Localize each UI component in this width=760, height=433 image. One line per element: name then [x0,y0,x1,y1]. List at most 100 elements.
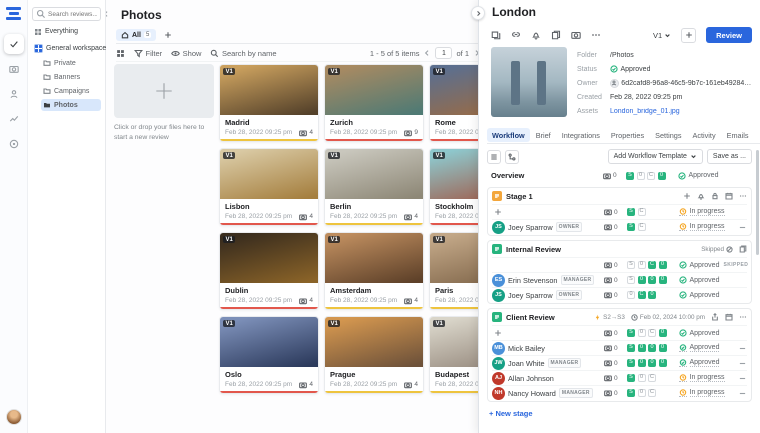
sidebar-folder-private[interactable]: Private [41,57,101,69]
view-grid-icon[interactable] [116,49,125,58]
add-reviewer-button[interactable] [492,328,503,339]
link-icon[interactable] [511,30,521,40]
review-card-madrid[interactable]: V1MadridFeb 28, 2022 09:25 pm4 [219,64,319,142]
decision-chip: 0 [638,344,646,352]
row-menu-icon[interactable] [738,389,747,398]
comments-count-badge: 0 [604,389,627,397]
skipped-toggle[interactable]: Skipped [701,246,733,253]
decision-chip: C [638,291,646,299]
tab-settings[interactable]: Settings [650,128,686,142]
user-avatar[interactable] [6,409,22,425]
tab-all[interactable]: All 5 [116,29,156,41]
decision-chip: S [627,344,635,352]
tab-activity[interactable]: Activity [688,128,721,142]
workflow-flow-view-button[interactable] [505,150,519,164]
status-in-progress[interactable]: In progress [679,389,725,397]
bell-icon[interactable] [531,30,541,40]
sidebar-folder-photos[interactable]: Photos [41,99,101,111]
folder-label: Photos [54,102,78,109]
lock-icon[interactable] [711,192,719,200]
sidebar-item-everything[interactable]: Everything [32,25,101,38]
asset-link[interactable]: London_bridge_01.jpg [610,108,680,115]
review-card-amsterdam[interactable]: V1AmsterdamFeb 28, 2022 09:25 pm4 [324,232,424,310]
plus-icon [153,80,175,102]
version-badge: V1 [223,152,235,159]
status-approved[interactable]: Approved [679,344,719,352]
sidebar-folder-campaigns[interactable]: Campaigns [41,85,101,97]
row-menu-icon[interactable] [738,359,747,368]
status-in-progress[interactable]: In progress [679,223,725,231]
meta-value[interactable]: London_bridge_01.jpg [610,108,680,115]
filter-button[interactable]: Filter [134,49,162,58]
save-as-button[interactable]: Save as ... [707,149,752,164]
search-icon [36,9,46,19]
row-menu-icon[interactable] [738,344,747,353]
copy-icon[interactable] [551,30,561,40]
calendar-icon[interactable] [725,313,733,321]
add-version-button[interactable] [681,28,696,43]
new-stage-button[interactable]: + New stage [489,409,752,418]
version-label: V1 [653,31,662,40]
sidebar-search[interactable] [32,7,101,21]
rail-item-media[interactable] [4,59,24,79]
cam-icon[interactable] [571,30,581,40]
sidebar-search-input[interactable] [48,11,97,18]
meta-label: Status [577,66,610,73]
rail-item-people[interactable] [4,84,24,104]
status-in-progress[interactable]: In progress [679,208,725,216]
review-card-zurich[interactable]: V1ZurichFeb 28, 2022 09:25 pm9 [324,64,424,142]
upload-dropzone[interactable]: Click or drop your files here to start a… [114,64,214,142]
sidebar-folder-banners[interactable]: Banners [41,71,101,83]
add-workflow-template-button[interactable]: Add Workflow Template [608,149,703,164]
status-in-progress[interactable]: In progress [679,374,725,382]
add-tab-button[interactable] [164,31,172,39]
review-card-oslo[interactable]: V1OsloFeb 28, 2022 09:25 pm4 [219,316,319,394]
tab-workflow[interactable]: Workflow [487,128,530,142]
tab-emails[interactable]: Emails [722,128,754,142]
review-card-dublin[interactable]: V1DublinFeb 28, 2022 09:25 pm4 [219,232,319,310]
search-by-name[interactable]: Search by name [210,49,276,58]
status-approved[interactable]: Approved [679,359,719,367]
plus-icon[interactable] [683,192,691,200]
slides-icon[interactable] [491,30,501,40]
decision-chip: C [648,261,656,269]
version-select[interactable]: V1 [653,31,671,40]
decision-chips: 0C0 [627,291,679,299]
sidebar-item-workspace[interactable]: General workspace [32,42,101,55]
calendar-icon[interactable] [725,192,733,200]
dots-icon[interactable] [739,313,747,321]
share-icon[interactable] [711,313,719,321]
card-image: V1 [325,149,423,199]
review-card-prague[interactable]: V1PragueFeb 28, 2022 09:25 pm4 [324,316,424,394]
page-number-input[interactable] [435,47,452,59]
panel-collapse-button[interactable] [471,6,485,20]
rail-item-reviews[interactable] [4,34,24,54]
review-card-lisbon[interactable]: V1LisbonFeb 28, 2022 09:25 pm4 [219,148,319,226]
tab-integrations[interactable]: Integrations [557,128,605,142]
pagination: 1 - 5 of 5 items of 1 [370,47,481,59]
workspace-icon [34,44,43,53]
dots-icon[interactable] [739,192,747,200]
decision-chip: 0 [638,276,646,284]
row-menu-icon[interactable] [738,223,747,232]
bell-icon[interactable] [697,192,705,200]
review-detail-panel: London V1 Review Folder/PhotosStatusAppr… [478,0,760,433]
show-button[interactable]: Show [171,49,201,58]
prev-page-icon[interactable] [423,49,431,57]
row-menu-icon[interactable] [738,374,747,383]
comments-count-badge: 0 [604,374,627,382]
add-reviewer-button[interactable] [492,207,503,218]
asset-thumbnail[interactable] [491,47,567,117]
dots-icon[interactable] [591,30,601,40]
tab-brief[interactable]: Brief [531,128,556,142]
panel-scrollbar[interactable] [756,150,759,255]
decision-chip: S [627,276,635,284]
copy-icon[interactable] [739,245,747,253]
review-card-berlin[interactable]: V1BerlinFeb 28, 2022 09:25 pm4 [324,148,424,226]
comments-icon [604,374,612,382]
review-button[interactable]: Review [706,27,752,43]
rail-item-insights[interactable] [4,109,24,129]
workflow-list-view-button[interactable] [487,150,501,164]
tab-properties[interactable]: Properties [606,128,649,142]
rail-item-record[interactable] [4,134,24,154]
